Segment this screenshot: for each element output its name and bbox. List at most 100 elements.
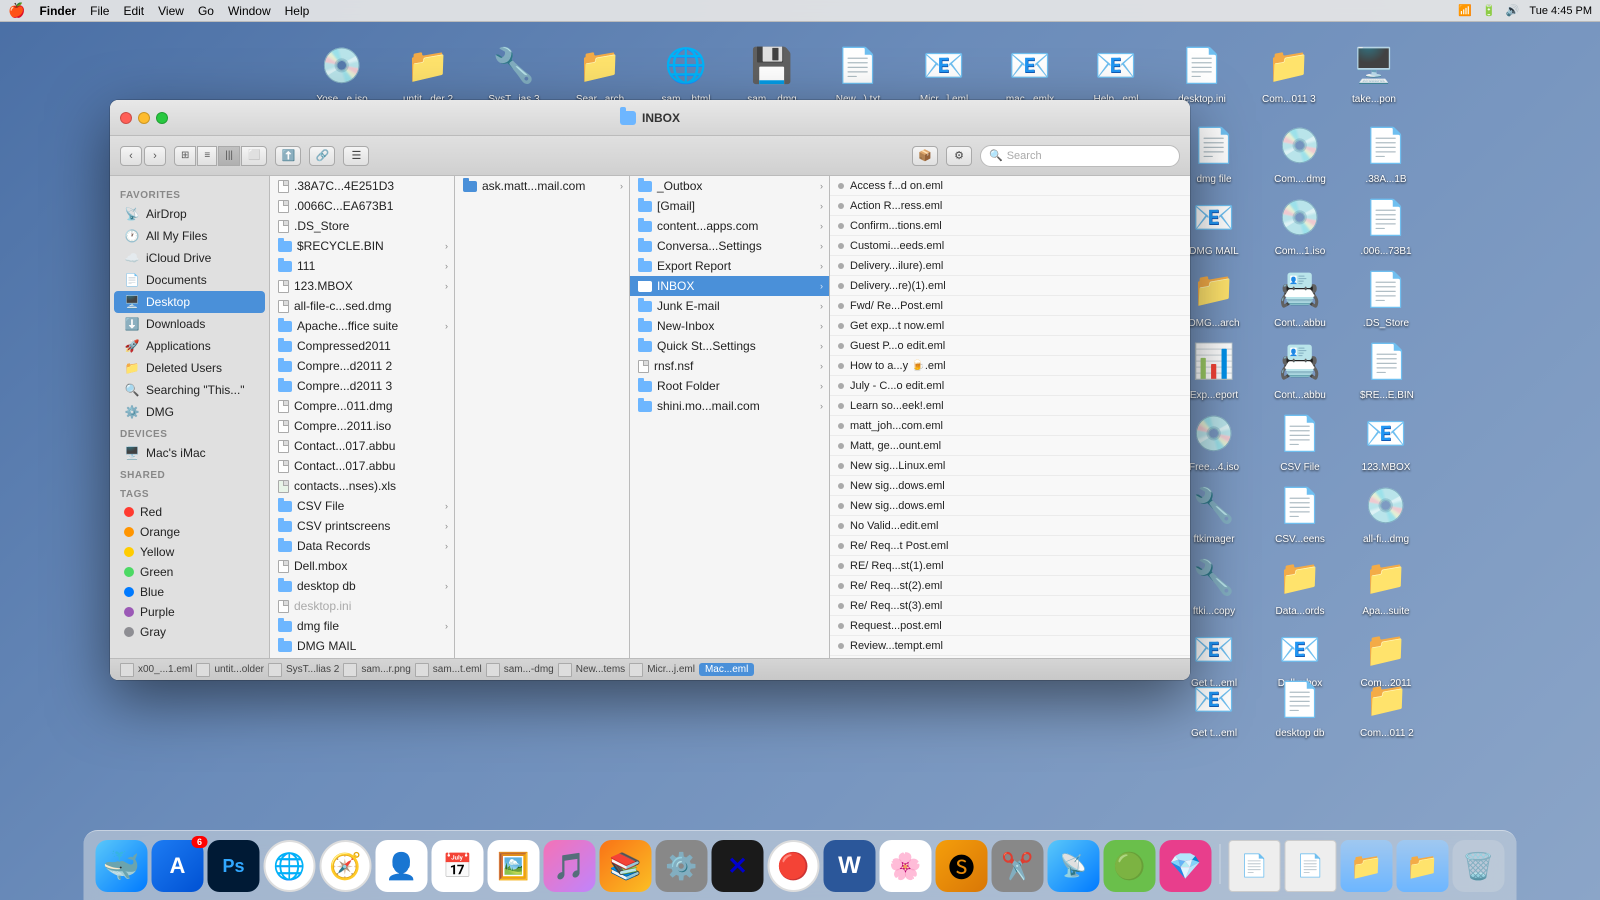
list-view-button[interactable]: ≡: [197, 146, 217, 166]
dock-finder[interactable]: 🐳: [96, 840, 148, 892]
dock-preview[interactable]: 🖼️: [488, 840, 540, 892]
status-item[interactable]: sam...-dmg: [486, 663, 554, 677]
list-item[interactable]: Access f...d on.eml: [830, 176, 1190, 196]
sidebar-item-documents[interactable]: 📄 Documents: [114, 269, 265, 291]
sort-button[interactable]: ☰: [343, 146, 369, 166]
dock-folder1[interactable]: 📁: [1341, 840, 1393, 892]
desktop-icon[interactable]: 📁 untit...der 2: [402, 40, 454, 105]
column-view-button[interactable]: |||: [218, 146, 240, 166]
list-item[interactable]: all-file-c...sed.dmg: [270, 296, 454, 316]
sidebar-item-searching[interactable]: 🔍 Searching "This...": [114, 379, 265, 401]
menu-file[interactable]: File: [90, 4, 109, 18]
dock-blank2[interactable]: 📄: [1285, 840, 1337, 892]
desktop-icon[interactable]: 📧 mac...emlx: [1004, 40, 1056, 105]
dock-photoshop[interactable]: Ps: [208, 840, 260, 892]
dock-app-scissors[interactable]: ✂️: [992, 840, 1044, 892]
desktop-icon[interactable]: 📄 dmg file: [1188, 120, 1240, 185]
sidebar-tag-blue[interactable]: Blue: [114, 582, 265, 602]
back-button[interactable]: ‹: [120, 146, 142, 166]
list-item[interactable]: July - C...o edit.eml: [830, 376, 1190, 396]
desktop-icon[interactable]: 📁 Com...011 2: [1360, 674, 1414, 739]
list-item[interactable]: dmg file ›: [270, 616, 454, 636]
list-item[interactable]: content...apps.com ›: [630, 216, 829, 236]
coverflow-view-button[interactable]: ⬜: [241, 146, 267, 166]
menu-window[interactable]: Window: [228, 4, 271, 18]
desktop-icon[interactable]: 📄 desktop db: [1274, 674, 1326, 739]
desktop-icon[interactable]: 📁 Sear...arch: [574, 40, 626, 105]
desktop-icon[interactable]: 📄 New...).txt: [832, 40, 884, 105]
close-button[interactable]: [120, 112, 132, 124]
dock-airdrop[interactable]: 📡: [1048, 840, 1100, 892]
list-item[interactable]: Compre...d2011 3: [270, 376, 454, 396]
sidebar-item-all-my-files[interactable]: 🕐 All My Files: [114, 225, 265, 247]
menu-finder[interactable]: Finder: [39, 4, 76, 18]
status-item-highlighted[interactable]: Mac...eml: [699, 663, 754, 676]
desktop-icon[interactable]: 📁 Apa...suite: [1360, 552, 1412, 617]
list-item[interactable]: Re/ Req...st(2).eml: [830, 576, 1190, 596]
desktop-icon[interactable]: 📁 Data...ords: [1274, 552, 1326, 617]
list-item[interactable]: 111 ›: [270, 256, 454, 276]
list-item[interactable]: Compre...2011.iso: [270, 416, 454, 436]
list-item[interactable]: Re/ Req...t Post.eml: [830, 536, 1190, 556]
list-item[interactable]: Quick St...Settings ›: [630, 336, 829, 356]
dock-blank1[interactable]: 📄: [1229, 840, 1281, 892]
list-item[interactable]: Confirm...tions.eml: [830, 216, 1190, 236]
apple-menu[interactable]: 🍎: [8, 2, 25, 19]
dock-system-preferences[interactable]: ⚙️: [656, 840, 708, 892]
menu-help[interactable]: Help: [285, 4, 310, 18]
list-item[interactable]: _Outbox ›: [630, 176, 829, 196]
list-item[interactable]: New sig...dows.eml: [830, 496, 1190, 516]
tag-button[interactable]: 🔗: [309, 146, 335, 166]
dock-calendar[interactable]: 📅: [432, 840, 484, 892]
desktop-icon[interactable]: 📧 Micr...].eml: [918, 40, 970, 105]
list-item[interactable]: Get exp...t now.eml: [830, 316, 1190, 336]
desktop-icon[interactable]: 📊 Exp...eport: [1188, 336, 1240, 401]
list-item[interactable]: Review...tempt.eml: [830, 636, 1190, 656]
status-item[interactable]: New...tems: [558, 663, 625, 677]
list-item[interactable]: CSV File ›: [270, 496, 454, 516]
status-item[interactable]: x00_...1.eml: [120, 663, 192, 677]
list-item[interactable]: RE/ Req...st(1).eml: [830, 556, 1190, 576]
dock-word[interactable]: W: [824, 840, 876, 892]
list-item[interactable]: DMG MAIL: [270, 636, 454, 656]
search-box[interactable]: 🔍 Search: [980, 145, 1180, 167]
dock-app-gem[interactable]: 💎: [1160, 840, 1212, 892]
desktop-icon[interactable]: 📁 Com...011 3: [1262, 40, 1316, 105]
list-item[interactable]: desktop.ini: [270, 596, 454, 616]
sidebar-item-airdrop[interactable]: 📡 AirDrop: [114, 203, 265, 225]
list-item[interactable]: [Gmail] ›: [630, 196, 829, 216]
sidebar-item-downloads[interactable]: ⬇️ Downloads: [114, 313, 265, 335]
dock-chrome[interactable]: 🌐: [264, 840, 316, 892]
list-item[interactable]: .0066C...EA673B1: [270, 196, 454, 216]
list-item[interactable]: Apache...ffice suite ›: [270, 316, 454, 336]
list-item[interactable]: Request...post.eml: [830, 616, 1190, 636]
list-item[interactable]: .38A7C...4E251D3: [270, 176, 454, 196]
desktop-icon[interactable]: 📇 Cont...abbu: [1274, 336, 1326, 401]
dropbox-button[interactable]: 📦: [912, 146, 938, 166]
list-item[interactable]: CSV printscreens ›: [270, 516, 454, 536]
desktop-icon[interactable]: 📧 Help...eml: [1090, 40, 1142, 105]
sidebar-tag-orange[interactable]: Orange: [114, 522, 265, 542]
maximize-button[interactable]: [156, 112, 168, 124]
list-item[interactable]: rnsf.nsf ›: [630, 356, 829, 376]
sidebar-item-deleted-users[interactable]: 📁 Deleted Users: [114, 357, 265, 379]
desktop-icon[interactable]: 💿 Yose...e.iso: [316, 40, 368, 105]
desktop-icon[interactable]: 📧 DMG MAIL: [1188, 192, 1240, 257]
list-item[interactable]: Contact...017.abbu: [270, 436, 454, 456]
gear-button[interactable]: ⚙: [946, 146, 972, 166]
dock-app-x[interactable]: ✕: [712, 840, 764, 892]
desktop-icon[interactable]: 💾 sam....dmg: [746, 40, 798, 105]
status-item[interactable]: sam...r.png: [343, 663, 410, 677]
list-item[interactable]: Matt, ge...ount.eml: [830, 436, 1190, 456]
list-item[interactable]: Dell.mbox: [270, 556, 454, 576]
action-button[interactable]: ⬆️: [275, 146, 301, 166]
sidebar-tag-red[interactable]: Red: [114, 502, 265, 522]
status-item[interactable]: Micr...j.eml: [629, 663, 695, 677]
desktop-icon[interactable]: 💿 Com....dmg: [1274, 120, 1326, 185]
dock-folder2[interactable]: 📁: [1397, 840, 1449, 892]
list-item[interactable]: $RECYCLE.BIN ›: [270, 236, 454, 256]
menu-edit[interactable]: Edit: [123, 4, 144, 18]
list-item[interactable]: .DS_Store: [270, 216, 454, 236]
desktop-icon[interactable]: 📄 .38A...1B: [1360, 120, 1412, 185]
list-item[interactable]: Delivery...ilure).eml: [830, 256, 1190, 276]
